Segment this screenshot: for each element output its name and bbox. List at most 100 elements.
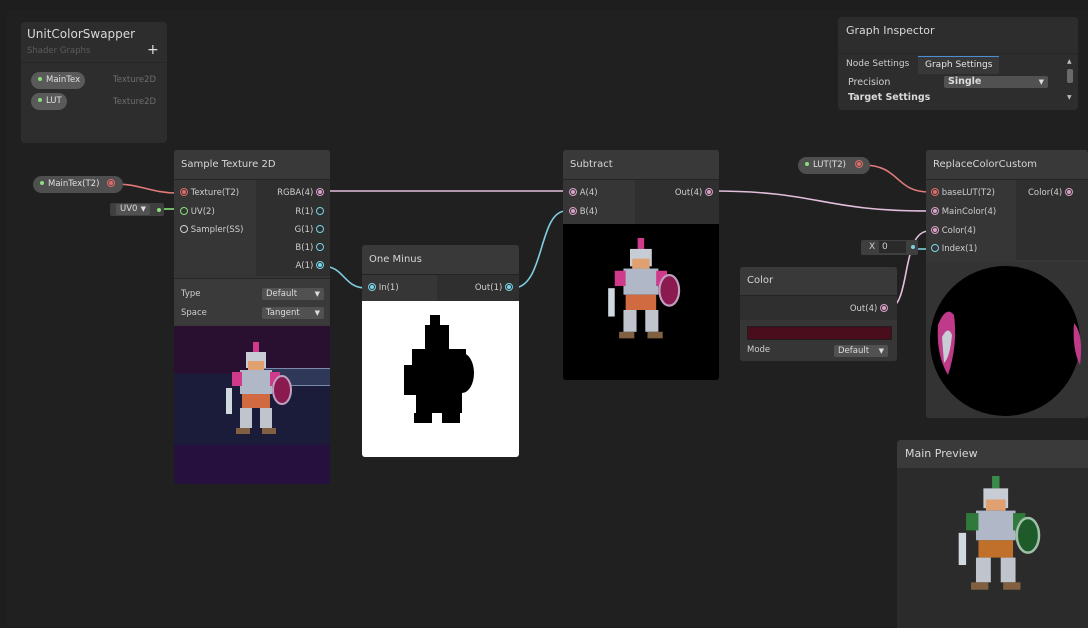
b-input-pin[interactable] [569, 206, 577, 215]
port-a-output[interactable]: A(1) [295, 259, 324, 273]
uv-inline-dot [157, 208, 161, 212]
tab-graph-settings[interactable]: Graph Settings [918, 56, 1000, 74]
shader-graph-canvas[interactable]: UnitColorSwapper Shader Graphs + MainTex… [0, 0, 1088, 628]
port-rgba-output[interactable]: RGBA(4) [277, 186, 324, 200]
maincolor-input-pin[interactable] [931, 206, 939, 215]
uv-input-pin[interactable] [180, 206, 188, 215]
a-input-pin[interactable] [569, 187, 577, 196]
rgba-output-label: RGBA(4) [277, 188, 314, 198]
port-oneminus-output[interactable]: Out(1) [475, 281, 513, 295]
texture-input-pin[interactable] [180, 187, 188, 196]
sample-texture-title[interactable]: Sample Texture 2D [174, 150, 330, 180]
maintex-property-node[interactable]: MainTex(T2) [33, 176, 123, 193]
property-maintex-type: Texture2D [113, 75, 157, 85]
scroll-down-icon[interactable]: ▼ [1067, 94, 1072, 101]
type-label: Type [181, 289, 201, 299]
blackboard-subtitle: Shader Graphs [27, 46, 91, 56]
subtract-output-pin[interactable] [705, 187, 713, 196]
port-in-input[interactable]: In(1) [368, 281, 399, 295]
port-b-output[interactable]: B(1) [295, 241, 324, 255]
subtract-title[interactable]: Subtract [563, 150, 719, 180]
tab-node-settings[interactable]: Node Settings [846, 59, 909, 69]
color-input-pin[interactable] [931, 225, 939, 234]
replace-node-title[interactable]: ReplaceColorCustom [926, 150, 1088, 180]
one-minus-title[interactable]: One Minus [362, 245, 519, 275]
target-settings-label: Target Settings [848, 92, 931, 103]
r-output-label: R(1) [295, 207, 314, 217]
uv-channel-dropdown[interactable]: UV0 ▼ [116, 204, 150, 215]
main-preview-panel[interactable]: Main Preview [897, 440, 1088, 628]
chevron-down-icon: ▼ [314, 309, 320, 317]
color-swatch[interactable] [747, 326, 892, 340]
port-maincolor-input[interactable]: MainColor(4) [931, 205, 996, 219]
one-minus-node[interactable]: One Minus In(1) Out(1) [362, 245, 519, 457]
lut-output-pin[interactable] [854, 159, 863, 168]
replace-preview [926, 262, 1088, 418]
chevron-down-icon: ▼ [314, 290, 320, 298]
sampler-input-pin[interactable] [180, 224, 188, 233]
maintex-output-pin[interactable] [107, 178, 116, 187]
baselut-input-pin[interactable] [931, 187, 939, 196]
rgba-output-pin[interactable] [316, 187, 324, 196]
inspector-scrollbar[interactable]: ▲ ▼ [1067, 58, 1073, 108]
index-value-field[interactable]: 0 [879, 241, 906, 253]
port-texture-input[interactable]: Texture(T2) [180, 186, 239, 200]
wire-subtract-to-maincolor [711, 190, 930, 212]
green-knight-sprite-icon [958, 476, 1041, 590]
r-output-pin[interactable] [316, 206, 324, 215]
wire-lut-to-baselut [862, 164, 930, 193]
sample-texture-2d-node[interactable]: Sample Texture 2D Texture(T2) UV(2) Samp… [174, 150, 330, 484]
sample-texture-preview [174, 326, 330, 484]
property-lut[interactable]: LUT [31, 93, 67, 110]
color-output-pin[interactable] [880, 303, 888, 312]
g-output-pin[interactable] [316, 224, 324, 233]
in-input-label: In(1) [378, 283, 399, 293]
port-a-input[interactable]: A(4) [569, 186, 598, 200]
index-inline-input[interactable]: X 0 [861, 240, 918, 255]
main-preview-title: Main Preview [905, 447, 978, 460]
replace-output-pin[interactable] [1064, 187, 1073, 196]
one-minus-preview [362, 301, 519, 457]
b-output-pin[interactable] [316, 242, 324, 251]
property-lut-name: LUT [46, 96, 62, 106]
a-output-label: A(1) [295, 261, 314, 271]
port-color-input[interactable]: Color(4) [931, 224, 976, 238]
uv-input-label: UV(2) [190, 207, 215, 217]
port-replace-output[interactable]: Color(4) [1028, 186, 1073, 200]
uv-inline-input[interactable]: UV0 ▼ [110, 203, 164, 216]
port-uv-input[interactable]: UV(2) [180, 205, 215, 219]
add-property-button[interactable]: + [147, 42, 159, 58]
type-dropdown[interactable]: Default ▼ [262, 288, 324, 300]
lut-property-node[interactable]: LUT(T2) [798, 157, 870, 174]
sample-texture-settings: Type Default ▼ Space Tangent ▼ [174, 278, 330, 325]
property-maintex[interactable]: MainTex [31, 72, 85, 89]
scroll-thumb[interactable] [1067, 69, 1073, 83]
blackboard-separator [21, 62, 167, 63]
blackboard-panel[interactable]: UnitColorSwapper Shader Graphs + MainTex… [21, 22, 167, 143]
color-node[interactable]: Color Out(4) Mode Default ▼ [740, 267, 897, 361]
port-baselut-input[interactable]: baseLUT(T2) [931, 186, 995, 200]
color-node-title[interactable]: Color [740, 267, 897, 296]
port-color-output[interactable]: Out(4) [850, 302, 888, 316]
port-r-output[interactable]: R(1) [295, 205, 324, 219]
mode-dropdown[interactable]: Default ▼ [834, 345, 888, 357]
color-output-label: Out(4) [849, 304, 878, 314]
oneminus-output-pin[interactable] [505, 282, 513, 291]
precision-dropdown[interactable]: Single ▼ [944, 76, 1048, 88]
scroll-up-icon[interactable]: ▲ [1067, 58, 1072, 65]
port-g-output[interactable]: G(1) [295, 223, 324, 237]
port-b-input[interactable]: B(4) [569, 205, 598, 219]
graph-inspector-panel[interactable]: Graph Inspector Node Settings Graph Sett… [838, 17, 1078, 110]
in-input-pin[interactable] [368, 282, 376, 291]
a-output-pin[interactable] [316, 260, 324, 269]
color-input-label: Color(4) [941, 226, 976, 236]
index-input-pin[interactable] [931, 243, 939, 252]
port-subtract-output[interactable]: Out(4) [675, 186, 713, 200]
replace-color-custom-node[interactable]: ReplaceColorCustom baseLUT(T2) MainColor… [926, 150, 1088, 418]
space-dropdown[interactable]: Tangent ▼ [262, 307, 324, 319]
precision-label: Precision [848, 77, 891, 88]
chevron-down-icon: ▼ [1038, 78, 1044, 86]
port-index-input[interactable]: Index(1) [931, 242, 977, 256]
port-sampler-input[interactable]: Sampler(SS) [180, 223, 244, 237]
subtract-node[interactable]: Subtract A(4) B(4) Out(4) [563, 150, 719, 380]
